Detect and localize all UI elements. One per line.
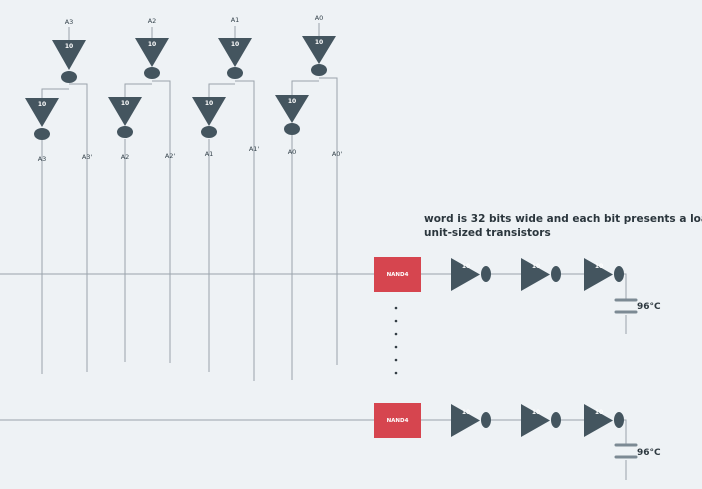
inverter-a2-bottom: 10 xyxy=(108,97,142,138)
inverter-a0-bottom: 10 xyxy=(275,95,309,135)
inverter-a3-top: 10 xyxy=(52,40,86,83)
svg-text:10: 10 xyxy=(148,41,156,48)
input-label-a3: A3 xyxy=(65,18,74,26)
driver-inverter-row1-1: 10 xyxy=(451,258,491,291)
ellipsis-dot xyxy=(394,319,398,323)
driver-inverter-row1-2: 10 xyxy=(521,258,561,291)
nand4-gate-row1: NAND4 xyxy=(374,257,421,292)
decoder-diagram: A3 A2 A1 A0 10 10 10 10 10 10 10 10 A3 A… xyxy=(0,14,702,480)
svg-text:10: 10 xyxy=(65,43,73,50)
inverter-a1-bottom: 10 xyxy=(192,97,226,138)
output-label-a1-comp: A1' xyxy=(249,145,260,153)
svg-text:10: 10 xyxy=(532,263,540,270)
svg-text:10: 10 xyxy=(205,100,213,107)
row-ellipsis xyxy=(394,306,398,375)
ellipsis-dot xyxy=(394,345,398,349)
svg-text:10: 10 xyxy=(462,409,470,416)
output-label-a0-comp: A0' xyxy=(332,150,343,158)
output-label-a3: A3 xyxy=(38,155,47,163)
svg-text:NAND4: NAND4 xyxy=(387,272,409,278)
ellipsis-dot xyxy=(394,332,398,336)
output-label-a2: A2 xyxy=(121,153,130,161)
svg-text:10: 10 xyxy=(121,100,129,107)
load-capacitor-row2 xyxy=(614,443,638,459)
driver-inverter-row2-3: 10 xyxy=(584,404,624,437)
inverter-a2-top: 10 xyxy=(135,38,169,79)
output-label-a0: A0 xyxy=(288,148,297,156)
inverter-a1-top: 10 xyxy=(218,38,252,79)
driver-inverter-row2-1: 10 xyxy=(451,404,491,437)
inverter-a3-bottom: 10 xyxy=(25,98,59,140)
svg-text:10: 10 xyxy=(315,39,323,46)
input-label-a2: A2 xyxy=(148,17,157,25)
driver-inverter-row1-3: 10 xyxy=(584,258,624,291)
svg-text:NAND4: NAND4 xyxy=(387,418,409,424)
input-label-a1: A1 xyxy=(231,16,240,24)
load-label-row2: 96°C xyxy=(637,448,661,458)
output-label-a3-comp: A3' xyxy=(82,153,93,161)
ellipsis-dot xyxy=(394,358,398,362)
load-label-row1: 96°C xyxy=(637,302,661,312)
nand4-gate-row2: NAND4 xyxy=(374,403,421,438)
svg-text:10: 10 xyxy=(595,263,603,270)
output-label-a1: A1 xyxy=(205,150,214,158)
ellipsis-dot xyxy=(394,306,398,310)
svg-text:10: 10 xyxy=(462,263,470,270)
ellipsis-dot xyxy=(394,371,398,375)
inverter-a0-top: 10 xyxy=(302,36,336,76)
note-line-1: word is 32 bits wide and each bit presen… xyxy=(424,213,702,225)
note-line-2: unit-sized transistors xyxy=(424,227,551,239)
svg-text:10: 10 xyxy=(595,409,603,416)
driver-inverter-row2-2: 10 xyxy=(521,404,561,437)
input-label-a0: A0 xyxy=(315,14,324,22)
svg-text:10: 10 xyxy=(288,98,296,105)
load-capacitor-row1 xyxy=(614,298,638,314)
svg-text:10: 10 xyxy=(532,409,540,416)
output-label-a2-comp: A2' xyxy=(165,152,176,160)
svg-text:10: 10 xyxy=(38,101,46,108)
svg-text:10: 10 xyxy=(231,41,239,48)
